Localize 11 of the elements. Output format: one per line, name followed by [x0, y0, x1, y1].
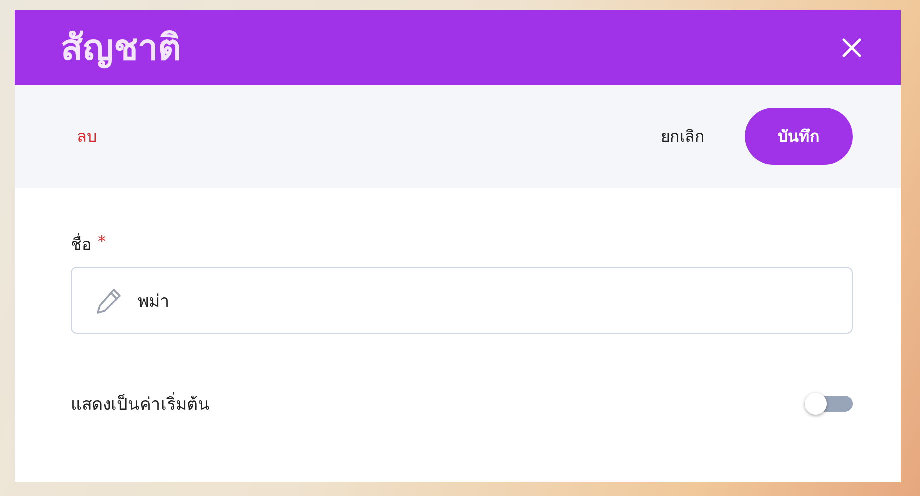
delete-button[interactable]: ลบ	[65, 116, 109, 157]
save-button[interactable]: บันทึก	[745, 108, 853, 165]
cancel-button[interactable]: ยกเลิก	[647, 116, 719, 157]
toggle-label: แสดงเป็นค่าเริ่มต้น	[71, 390, 210, 417]
toggle-switch[interactable]	[805, 392, 853, 414]
dialog-title: สัญชาติ	[61, 27, 181, 71]
close-icon[interactable]	[841, 36, 863, 58]
required-mark: *	[98, 232, 106, 253]
input-value: พม่า	[138, 291, 170, 314]
name-input-field[interactable]: พม่า	[71, 267, 853, 334]
field-label: ชื่อ	[71, 232, 92, 256]
